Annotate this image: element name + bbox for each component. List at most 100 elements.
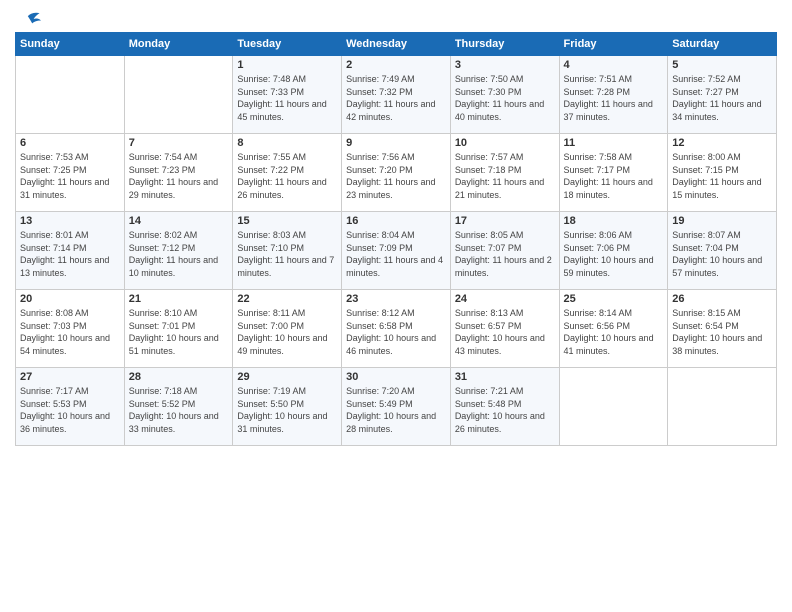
day-number: 22: [237, 293, 337, 305]
calendar-cell: 3 Sunrise: 7:50 AM Sunset: 7:30 PM Daylig…: [450, 56, 559, 134]
calendar-cell: 8Sunrise: 7:55 AM Sunset: 7:22 PM Daylig…: [233, 134, 342, 212]
day-content: Sunrise: 7:52 AM Sunset: 7:27 PM Dayligh…: [672, 73, 772, 123]
day-content: Sunrise: 8:03 AM Sunset: 7:10 PM Dayligh…: [237, 229, 337, 279]
day-content: Sunrise: 7:58 AM Sunset: 7:17 PM Dayligh…: [564, 151, 664, 201]
day-number: 3: [455, 59, 555, 71]
day-content: Sunrise: 7:18 AM Sunset: 5:52 PM Dayligh…: [129, 385, 229, 435]
calendar-cell: 12Sunrise: 8:00 AM Sunset: 7:15 PM Dayli…: [668, 134, 777, 212]
day-number: 1: [237, 59, 337, 71]
day-content: Sunrise: 7:21 AM Sunset: 5:48 PM Dayligh…: [455, 385, 555, 435]
day-number: 19: [672, 215, 772, 227]
day-content: Sunrise: 7:54 AM Sunset: 7:23 PM Dayligh…: [129, 151, 229, 201]
weekday-tuesday: Tuesday: [233, 33, 342, 56]
day-number: 10: [455, 137, 555, 149]
day-content: Sunrise: 8:07 AM Sunset: 7:04 PM Dayligh…: [672, 229, 772, 279]
day-content: Sunrise: 7:50 AM Sunset: 7:30 PM Dayligh…: [455, 73, 555, 123]
day-content: Sunrise: 8:05 AM Sunset: 7:07 PM Dayligh…: [455, 229, 555, 279]
day-number: 24: [455, 293, 555, 305]
calendar-cell: 1 Sunrise: 7:48 AM Sunset: 7:33 PM Daylig…: [233, 56, 342, 134]
calendar-cell: 17 Sunrise: 8:05 AM Sunset: 7:07 PM Dayli…: [450, 212, 559, 290]
calendar-cell: 14 Sunrise: 8:02 AM Sunset: 7:12 PM Dayli…: [124, 212, 233, 290]
calendar-week-2: 6 Sunrise: 7:53 AM Sunset: 7:25 PM Daylig…: [16, 134, 777, 212]
calendar-cell: [668, 368, 777, 446]
logo-bird-icon: [19, 10, 41, 28]
weekday-header-row: SundayMondayTuesdayWednesdayThursdayFrid…: [16, 33, 777, 56]
day-number: 26: [672, 293, 772, 305]
day-content: Sunrise: 7:20 AM Sunset: 5:49 PM Dayligh…: [346, 385, 446, 435]
calendar-cell: 31 Sunrise: 7:21 AM Sunset: 5:48 PM Dayli…: [450, 368, 559, 446]
day-content: Sunrise: 8:14 AM Sunset: 6:56 PM Dayligh…: [564, 307, 664, 357]
calendar-cell: 18 Sunrise: 8:06 AM Sunset: 7:06 PM Dayli…: [559, 212, 668, 290]
calendar-cell: 16 Sunrise: 8:04 AM Sunset: 7:09 PM Dayli…: [342, 212, 451, 290]
calendar-cell: [124, 56, 233, 134]
day-number: 5: [672, 59, 772, 71]
calendar-cell: 25 Sunrise: 8:14 AM Sunset: 6:56 PM Dayli…: [559, 290, 668, 368]
day-content: Sunrise: 8:11 AM Sunset: 7:00 PM Dayligh…: [237, 307, 337, 357]
weekday-friday: Friday: [559, 33, 668, 56]
day-number: 17: [455, 215, 555, 227]
day-number: 30: [346, 371, 446, 383]
day-number: 14: [129, 215, 229, 227]
day-content: Sunrise: 8:13 AM Sunset: 6:57 PM Dayligh…: [455, 307, 555, 357]
day-content: Sunrise: 7:48 AM Sunset: 7:33 PM Dayligh…: [237, 73, 337, 123]
calendar-cell: 5 Sunrise: 7:52 AM Sunset: 7:27 PM Daylig…: [668, 56, 777, 134]
day-content: Sunrise: 8:01 AM Sunset: 7:14 PM Dayligh…: [20, 229, 120, 279]
day-number: 28: [129, 371, 229, 383]
day-content: Sunrise: 7:53 AM Sunset: 7:25 PM Dayligh…: [20, 151, 120, 201]
day-number: 21: [129, 293, 229, 305]
calendar-cell: 29Sunrise: 7:19 AM Sunset: 5:50 PM Dayli…: [233, 368, 342, 446]
calendar-cell: 21Sunrise: 8:10 AM Sunset: 7:01 PM Dayli…: [124, 290, 233, 368]
day-content: Sunrise: 8:06 AM Sunset: 7:06 PM Dayligh…: [564, 229, 664, 279]
weekday-thursday: Thursday: [450, 33, 559, 56]
calendar-cell: 13 Sunrise: 8:01 AM Sunset: 7:14 PM Dayli…: [16, 212, 125, 290]
day-content: Sunrise: 8:08 AM Sunset: 7:03 PM Dayligh…: [20, 307, 120, 357]
day-number: 15: [237, 215, 337, 227]
calendar-cell: 27Sunrise: 7:17 AM Sunset: 5:53 PM Dayli…: [16, 368, 125, 446]
calendar-week-5: 27Sunrise: 7:17 AM Sunset: 5:53 PM Dayli…: [16, 368, 777, 446]
calendar-cell: 20 Sunrise: 8:08 AM Sunset: 7:03 PM Dayli…: [16, 290, 125, 368]
calendar-cell: 28 Sunrise: 7:18 AM Sunset: 5:52 PM Dayli…: [124, 368, 233, 446]
weekday-monday: Monday: [124, 33, 233, 56]
day-number: 31: [455, 371, 555, 383]
logo: [15, 10, 41, 28]
weekday-wednesday: Wednesday: [342, 33, 451, 56]
calendar-body: 1 Sunrise: 7:48 AM Sunset: 7:33 PM Daylig…: [16, 56, 777, 446]
calendar-table: SundayMondayTuesdayWednesdayThursdayFrid…: [15, 32, 777, 446]
weekday-saturday: Saturday: [668, 33, 777, 56]
calendar-cell: [16, 56, 125, 134]
day-number: 6: [20, 137, 120, 149]
calendar-cell: 24 Sunrise: 8:13 AM Sunset: 6:57 PM Dayli…: [450, 290, 559, 368]
day-content: Sunrise: 7:56 AM Sunset: 7:20 PM Dayligh…: [346, 151, 446, 201]
calendar-cell: 26 Sunrise: 8:15 AM Sunset: 6:54 PM Dayli…: [668, 290, 777, 368]
calendar-cell: 15 Sunrise: 8:03 AM Sunset: 7:10 PM Dayli…: [233, 212, 342, 290]
day-number: 18: [564, 215, 664, 227]
calendar-cell: 23Sunrise: 8:12 AM Sunset: 6:58 PM Dayli…: [342, 290, 451, 368]
calendar-cell: 10Sunrise: 7:57 AM Sunset: 7:18 PM Dayli…: [450, 134, 559, 212]
day-number: 13: [20, 215, 120, 227]
day-number: 27: [20, 371, 120, 383]
day-number: 25: [564, 293, 664, 305]
day-content: Sunrise: 7:51 AM Sunset: 7:28 PM Dayligh…: [564, 73, 664, 123]
day-number: 12: [672, 137, 772, 149]
day-content: Sunrise: 8:04 AM Sunset: 7:09 PM Dayligh…: [346, 229, 446, 279]
day-content: Sunrise: 8:02 AM Sunset: 7:12 PM Dayligh…: [129, 229, 229, 279]
calendar-cell: 6 Sunrise: 7:53 AM Sunset: 7:25 PM Daylig…: [16, 134, 125, 212]
calendar-week-3: 13 Sunrise: 8:01 AM Sunset: 7:14 PM Dayli…: [16, 212, 777, 290]
day-number: 2: [346, 59, 446, 71]
calendar-cell: 9Sunrise: 7:56 AM Sunset: 7:20 PM Daylig…: [342, 134, 451, 212]
day-content: Sunrise: 7:49 AM Sunset: 7:32 PM Dayligh…: [346, 73, 446, 123]
calendar-cell: 19 Sunrise: 8:07 AM Sunset: 7:04 PM Dayli…: [668, 212, 777, 290]
day-number: 20: [20, 293, 120, 305]
calendar-cell: 4 Sunrise: 7:51 AM Sunset: 7:28 PM Daylig…: [559, 56, 668, 134]
day-content: Sunrise: 7:55 AM Sunset: 7:22 PM Dayligh…: [237, 151, 337, 201]
day-number: 29: [237, 371, 337, 383]
calendar-cell: [559, 368, 668, 446]
calendar-cell: 30 Sunrise: 7:20 AM Sunset: 5:49 PM Dayli…: [342, 368, 451, 446]
day-number: 4: [564, 59, 664, 71]
calendar-cell: 7 Sunrise: 7:54 AM Sunset: 7:23 PM Daylig…: [124, 134, 233, 212]
day-number: 7: [129, 137, 229, 149]
calendar-cell: 2 Sunrise: 7:49 AM Sunset: 7:32 PM Daylig…: [342, 56, 451, 134]
weekday-sunday: Sunday: [16, 33, 125, 56]
day-number: 16: [346, 215, 446, 227]
day-content: Sunrise: 8:15 AM Sunset: 6:54 PM Dayligh…: [672, 307, 772, 357]
